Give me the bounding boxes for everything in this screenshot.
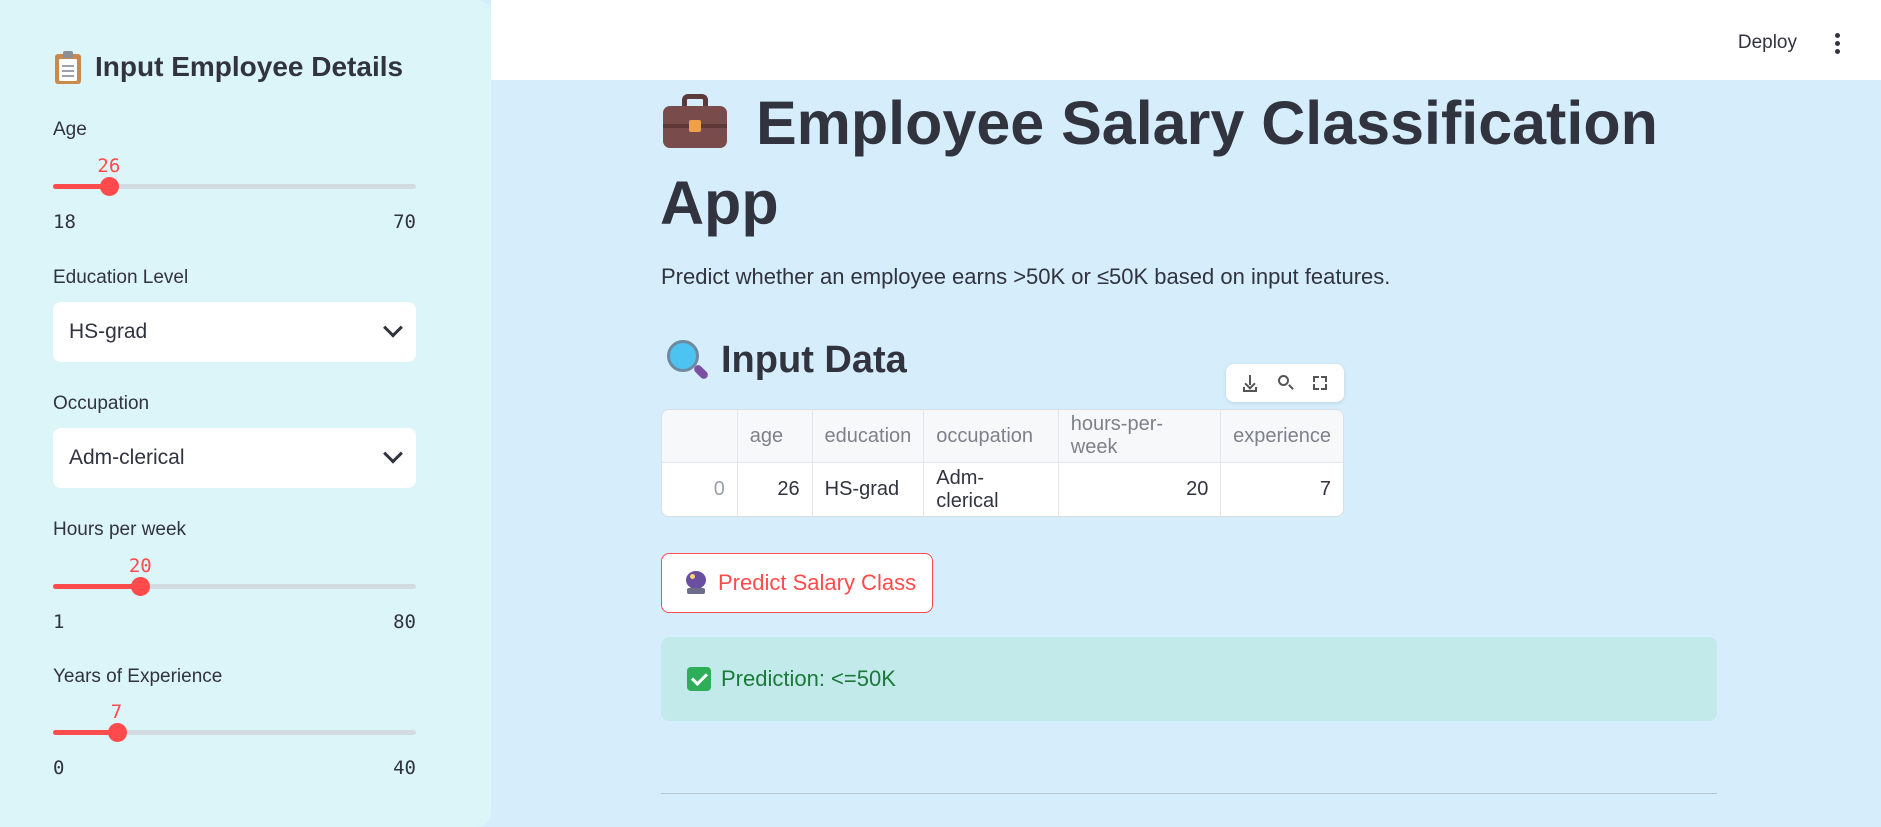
- slider-value: 20: [128, 555, 152, 577]
- slider-thumb[interactable]: [131, 577, 151, 596]
- dataframe-toolbar: [1226, 364, 1344, 402]
- clipboard-icon: [53, 50, 83, 84]
- experience-slider[interactable]: 7 0 40: [53, 701, 416, 779]
- education-select[interactable]: HS-grad: [53, 302, 416, 362]
- search-icon[interactable]: [1275, 373, 1295, 393]
- occupation-select[interactable]: Adm-clerical: [53, 428, 416, 488]
- occupation-selected-value: Adm-clerical: [69, 446, 185, 469]
- crystal-ball-icon: [684, 571, 708, 595]
- prediction-text: Prediction: <=50K: [721, 666, 896, 691]
- input-data-table[interactable]: age education occupation hours-per-week …: [661, 409, 1344, 517]
- slider-value: 26: [97, 155, 121, 177]
- table-header-row: age education occupation hours-per-week …: [662, 410, 1343, 463]
- chevron-down-icon: [383, 317, 403, 338]
- sidebar-title: Input Employee Details: [95, 51, 404, 82]
- prediction-result-alert: Prediction: <=50K: [661, 637, 1717, 721]
- slider-fill: [53, 730, 117, 735]
- sidebar: Input Employee Details Age 26 18 70 Educ…: [0, 0, 491, 827]
- download-icon[interactable]: [1240, 373, 1260, 393]
- slider-max: 40: [393, 757, 416, 779]
- column-header-education[interactable]: education: [813, 410, 925, 462]
- sidebar-header: Input Employee Details: [53, 50, 403, 84]
- magnifying-glass-icon: [665, 338, 710, 382]
- column-header-age[interactable]: age: [738, 410, 813, 462]
- page-title: Employee Salary Classification App: [660, 89, 1658, 237]
- age-label: Age: [53, 119, 87, 140]
- hours-label: Hours per week: [53, 519, 187, 540]
- education-label: Education Level: [53, 267, 189, 288]
- slider-fill: [53, 584, 141, 589]
- slider-max: 80: [393, 611, 416, 633]
- fullscreen-icon[interactable]: [1310, 373, 1330, 393]
- table-cell-experience[interactable]: 7: [1221, 463, 1343, 516]
- age-slider[interactable]: 26 18 70: [53, 155, 416, 233]
- table-cell-occupation[interactable]: Adm-clerical: [924, 463, 1059, 516]
- briefcase-icon: [660, 92, 730, 150]
- check-mark-icon: [687, 667, 711, 691]
- table-cell-index[interactable]: 0: [662, 463, 738, 516]
- hours-slider[interactable]: 20 1 80: [53, 555, 416, 633]
- column-header-experience[interactable]: experience: [1221, 410, 1343, 462]
- education-selected-value: HS-grad: [69, 320, 148, 343]
- column-header-index[interactable]: [662, 410, 738, 462]
- column-header-hours-per-week[interactable]: hours-per-week: [1059, 410, 1222, 462]
- table-cell-hours-per-week[interactable]: 20: [1059, 463, 1222, 516]
- deploy-button[interactable]: Deploy: [1738, 32, 1797, 54]
- input-data-title: Input Data: [721, 338, 907, 381]
- column-header-occupation[interactable]: occupation: [924, 410, 1059, 462]
- more-menu-icon[interactable]: [1835, 33, 1841, 55]
- experience-label: Years of Experience: [53, 666, 223, 687]
- occupation-label: Occupation: [53, 393, 150, 414]
- input-data-header: Input Data: [665, 338, 907, 382]
- page-title-block: Employee Salary Classification App: [660, 83, 1720, 243]
- predict-button-label: Predict Salary Class: [718, 570, 917, 595]
- predict-salary-button[interactable]: Predict Salary Class: [661, 553, 933, 613]
- chevron-down-icon: [383, 443, 403, 464]
- slider-min: 18: [53, 211, 76, 233]
- slider-min: 0: [53, 757, 65, 779]
- slider-thumb[interactable]: [107, 723, 127, 742]
- slider-max: 70: [393, 211, 416, 233]
- table-cell-age[interactable]: 26: [738, 463, 813, 516]
- top-bar: Deploy: [491, 0, 1881, 80]
- table-cell-education[interactable]: HS-grad: [813, 463, 925, 516]
- divider: [661, 793, 1717, 794]
- slider-min: 1: [53, 611, 65, 633]
- table-row: 0 26 HS-grad Adm-clerical 20 7: [662, 463, 1343, 516]
- slider-value: 7: [110, 701, 123, 723]
- slider-thumb[interactable]: [99, 177, 119, 196]
- page-description: Predict whether an employee earns >50K o…: [661, 264, 1391, 289]
